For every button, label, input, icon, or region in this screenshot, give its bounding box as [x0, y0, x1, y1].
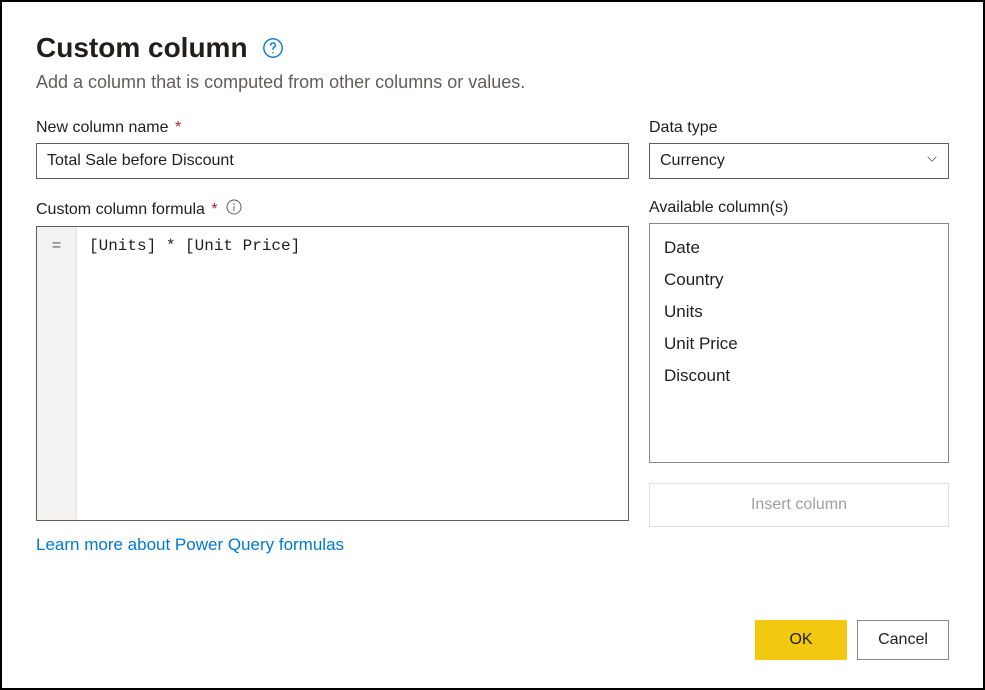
formula-text[interactable]: [Units] * [Unit Price] — [77, 227, 628, 520]
formula-label: Custom column formula * — [36, 201, 218, 219]
dialog-description: Add a column that is computed from other… — [36, 72, 949, 93]
list-item[interactable]: Units — [650, 296, 948, 328]
list-item[interactable]: Country — [650, 264, 948, 296]
learn-more-link[interactable]: Learn more about Power Query formulas — [36, 535, 344, 555]
column-name-input[interactable] — [36, 143, 629, 179]
dialog-footer: OK Cancel — [36, 590, 949, 660]
column-name-label: New column name * — [36, 119, 629, 137]
dialog-header: Custom column — [36, 32, 949, 64]
ok-button[interactable]: OK — [755, 620, 847, 660]
help-icon[interactable] — [262, 37, 284, 59]
available-columns-label: Available column(s) — [649, 199, 949, 217]
cancel-button[interactable]: Cancel — [857, 620, 949, 660]
required-asterisk: * — [211, 201, 217, 218]
insert-column-button[interactable]: Insert column — [649, 483, 949, 527]
list-item[interactable]: Date — [650, 232, 948, 264]
formula-label-text: Custom column formula — [36, 201, 205, 218]
list-item[interactable]: Unit Price — [650, 328, 948, 360]
data-type-select[interactable]: Currency — [649, 143, 949, 179]
formula-editor[interactable]: = [Units] * [Unit Price] — [36, 226, 629, 521]
dialog-title: Custom column — [36, 32, 248, 64]
data-type-value: Currency — [660, 152, 725, 170]
list-item[interactable]: Discount — [650, 360, 948, 392]
formula-gutter: = — [37, 227, 77, 520]
custom-column-dialog: Custom column Add a column that is compu… — [0, 0, 985, 690]
required-asterisk: * — [175, 119, 181, 136]
available-columns-list: Date Country Units Unit Price Discount — [649, 223, 949, 463]
info-icon[interactable] — [226, 199, 242, 220]
data-type-label: Data type — [649, 119, 949, 137]
column-name-label-text: New column name — [36, 119, 169, 136]
